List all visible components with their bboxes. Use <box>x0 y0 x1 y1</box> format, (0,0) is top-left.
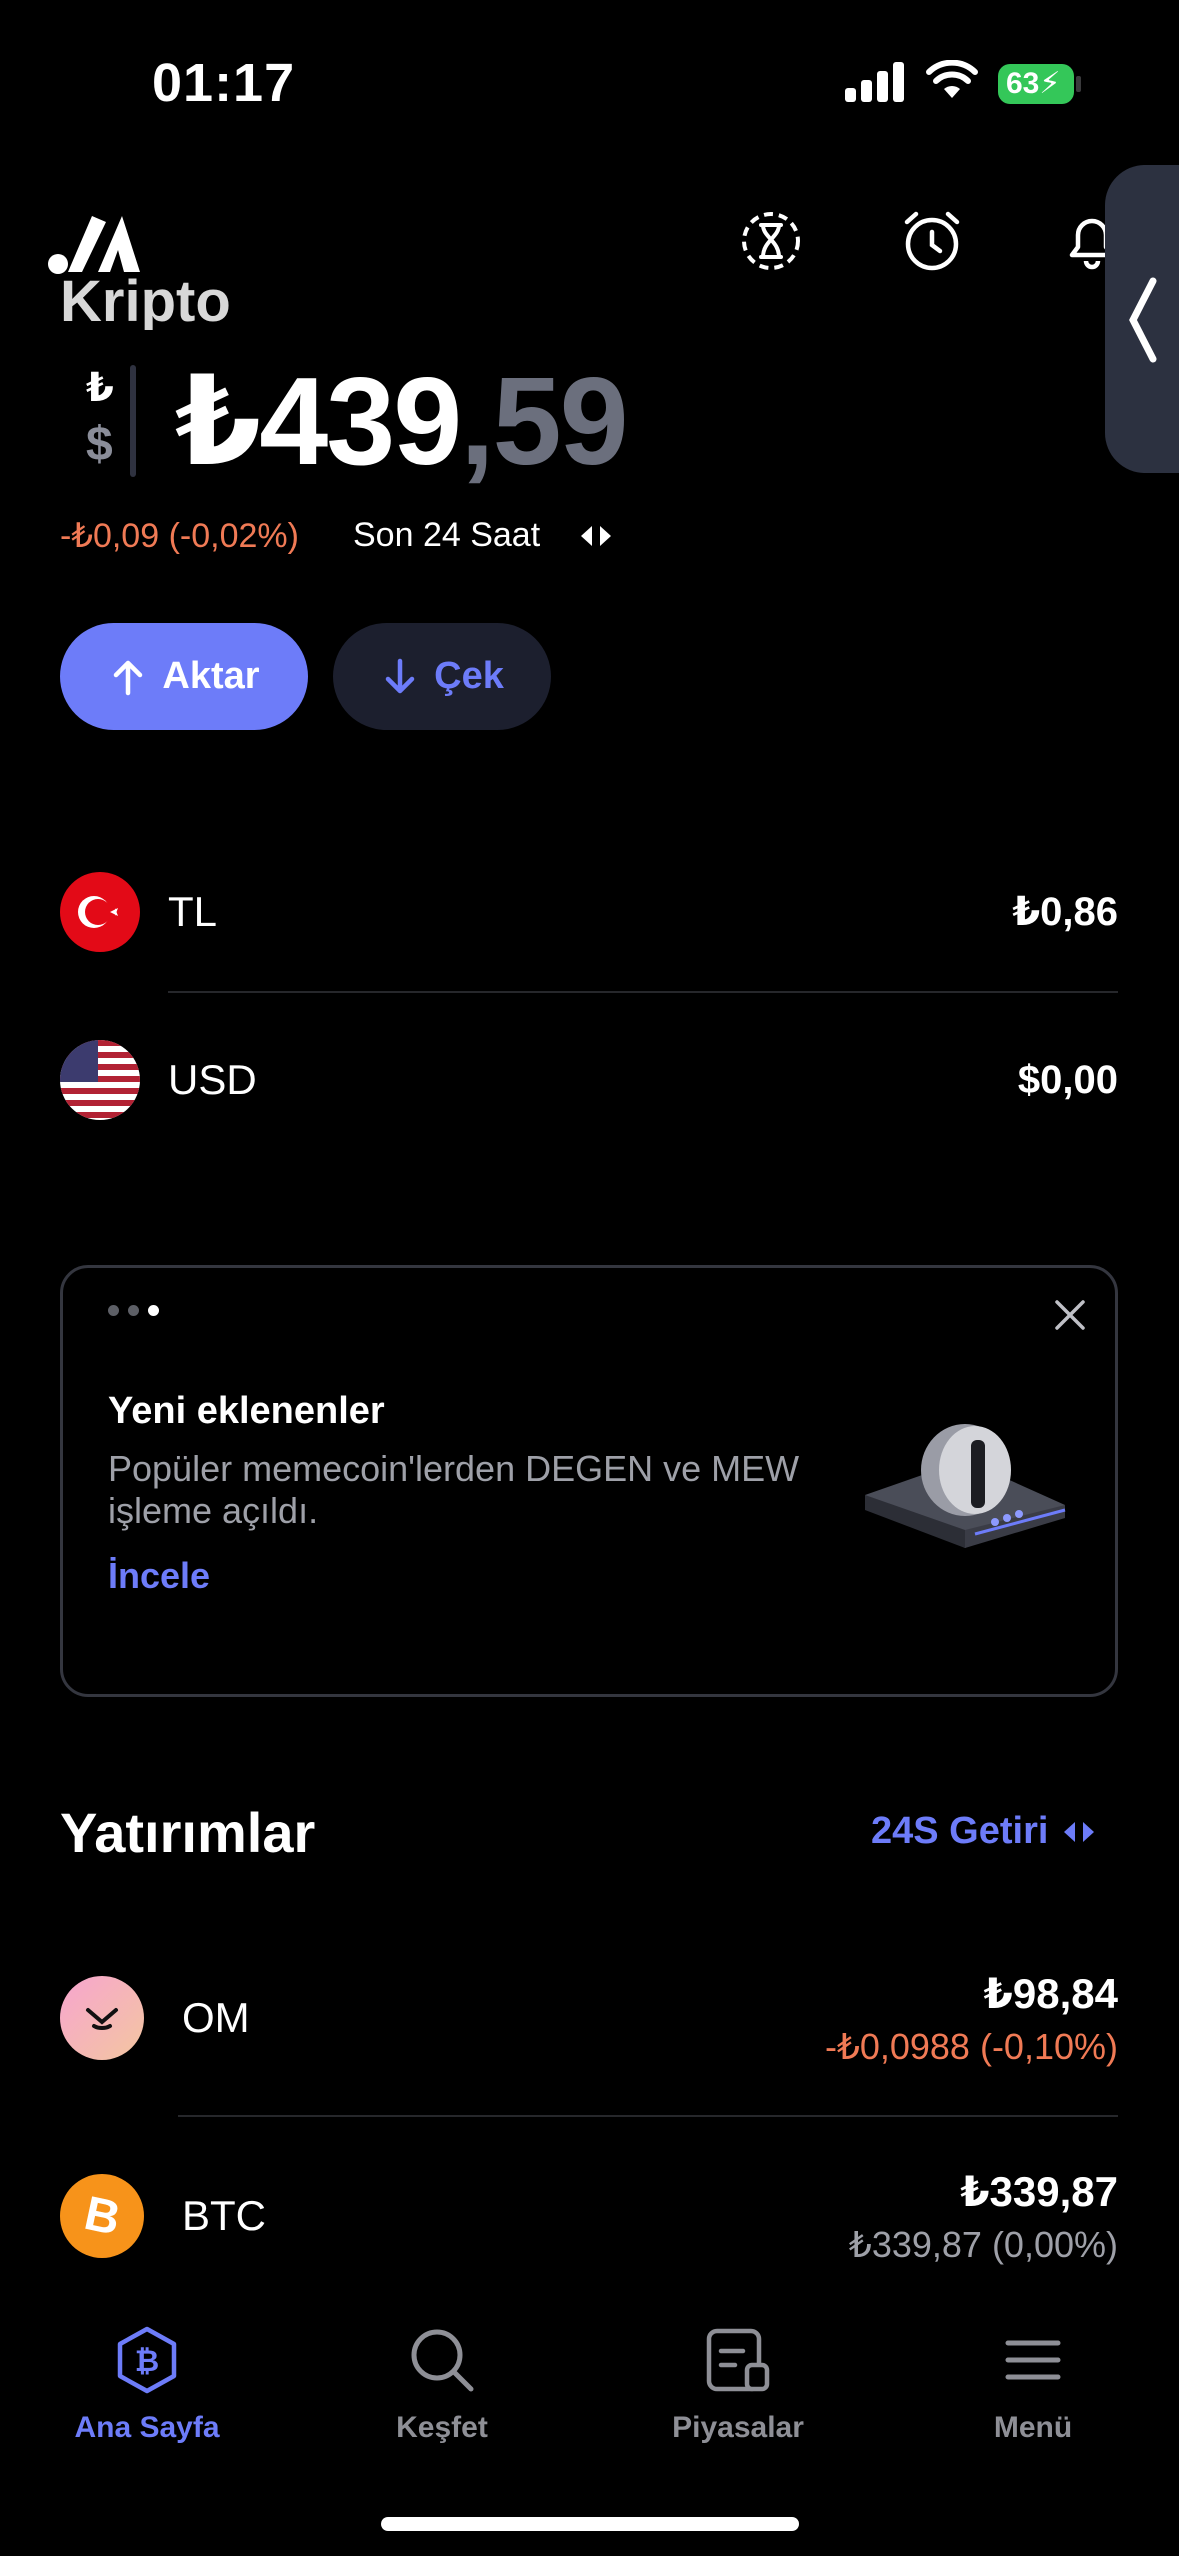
asset-name: OM <box>182 1994 250 2041</box>
turkey-flag-icon <box>60 872 140 952</box>
currency-row-tl[interactable]: TL ₺0,86 <box>60 862 1118 962</box>
markets-icon <box>706 2328 770 2392</box>
bitcoin-shield-icon: ₿ <box>117 2326 177 2394</box>
battery-tip <box>1076 76 1081 92</box>
currency-value: $0,00 <box>1017 1057 1118 1102</box>
asset-row-om[interactable]: OM ₺98,84 -₺0,0988 (-0,10%) <box>60 1963 1118 2073</box>
total-balance: ₺439,59 <box>175 350 629 494</box>
history-hourglass-icon[interactable] <box>735 205 807 277</box>
currency-row-usd[interactable]: USD $0,00 <box>60 1030 1118 1130</box>
search-icon <box>411 2329 474 2392</box>
section-title: Kripto <box>60 269 231 330</box>
home-indicator <box>381 2517 799 2531</box>
asset-row-btc[interactable]: B BTC ₺339,87 ₺339,87 (0,00%) <box>60 2161 1118 2271</box>
swap-arrows-icon[interactable] <box>579 524 613 548</box>
withdraw-label: Çek <box>434 655 504 697</box>
coin-illustration-icon <box>865 1424 1066 1548</box>
toggle-bar <box>130 365 136 477</box>
currency-toggle[interactable]: ₺ $ <box>80 365 140 477</box>
tab-label: Ana Sayfa <box>74 2411 220 2444</box>
tab-menu[interactable]: Menü <box>913 2325 1153 2445</box>
asset-name: BTC <box>182 2192 266 2239</box>
bitcoin-icon: B <box>60 2174 144 2258</box>
banner-text: Popüler memecoin'lerden DEGEN ve MEW işl… <box>108 1448 800 1531</box>
banner-link[interactable]: İncele <box>108 1555 210 1597</box>
toggle-lira: ₺ <box>86 366 114 410</box>
currency-value: ₺0,86 <box>1012 890 1118 934</box>
asset-value: ₺98,84 <box>983 1969 1118 2017</box>
app-logo <box>48 216 140 274</box>
menu-icon <box>1005 2340 1061 2380</box>
us-flag-icon <box>60 1040 140 1120</box>
asset-value: ₺339,87 <box>960 2167 1118 2215</box>
tab-label: Menü <box>993 2411 1073 2444</box>
tab-label: Keşfet <box>396 2411 488 2444</box>
divider <box>168 991 1118 993</box>
svg-text:₿: ₿ <box>135 2345 159 2378</box>
balance-whole: ₺439 <box>175 353 462 491</box>
swap-arrows-icon <box>1064 1821 1095 1842</box>
battery-indicator: 63⚡ <box>998 64 1074 104</box>
tab-label: Piyasalar <box>672 2411 804 2444</box>
banner-title: Yeni eklenenler <box>108 1390 385 1432</box>
chevron-left-icon <box>1129 277 1157 363</box>
arrow-down-icon <box>385 658 415 693</box>
currency-name: USD <box>168 1056 257 1103</box>
asset-change: -₺0,0988 (-0,10%) <box>824 2025 1118 2067</box>
status-time: 01:17 <box>152 53 296 113</box>
withdraw-button[interactable]: Çek <box>333 623 551 730</box>
wifi-icon <box>926 60 978 98</box>
divider <box>178 2115 1118 2117</box>
om-token-icon <box>60 1976 144 2060</box>
tab-home[interactable]: ₿ Ana Sayfa <box>27 2325 267 2445</box>
tab-explore[interactable]: Keşfet <box>322 2325 562 2445</box>
close-icon[interactable] <box>1052 1297 1088 1333</box>
arrow-up-icon <box>114 660 143 695</box>
balance-change: -₺0,09 (-0,02%) <box>60 517 299 555</box>
tab-markets[interactable]: Piyasalar <box>618 2325 858 2445</box>
asset-change: ₺339,87 (0,00%) <box>848 2223 1118 2265</box>
returns-period-toggle[interactable]: 24S Getiri <box>871 1810 1096 1853</box>
investments-title: Yatırımlar <box>60 1801 316 1864</box>
period-selector[interactable]: Son 24 Saat <box>353 516 540 555</box>
balance-decimal: ,59 <box>460 353 628 491</box>
transfer-label: Aktar <box>162 655 260 697</box>
transfer-button[interactable]: Aktar <box>60 623 308 730</box>
side-drawer-handle[interactable] <box>1105 165 1179 473</box>
toggle-dollar: $ <box>86 418 113 471</box>
carousel-dots <box>108 1305 159 1316</box>
returns-period-label: 24S Getiri <box>871 1810 1049 1852</box>
currency-name: TL <box>168 888 218 935</box>
signal-icon <box>845 62 904 102</box>
alarm-icon[interactable] <box>896 205 968 277</box>
